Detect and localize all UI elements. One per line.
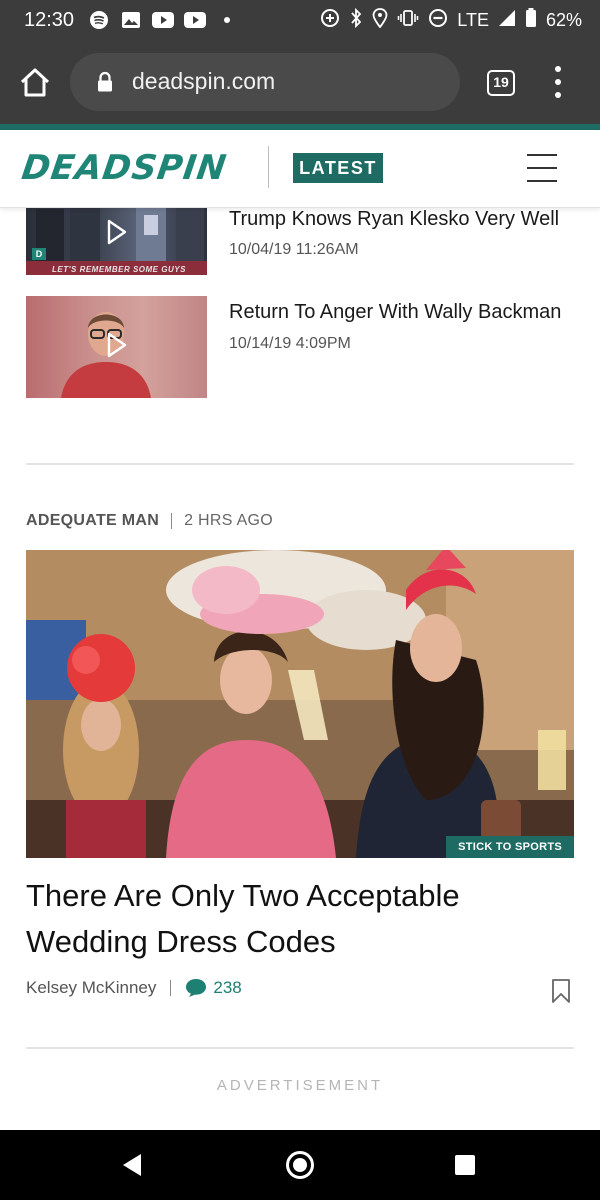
system-status-icons: LTE 62%: [320, 7, 582, 33]
menu-dot-icon: [555, 66, 561, 72]
latest-button[interactable]: LATEST: [293, 153, 383, 183]
menu-dot-icon: [555, 79, 561, 85]
section-divider: [26, 1047, 574, 1049]
system-navigation-bar: [0, 1130, 600, 1200]
vibrate-icon: [397, 9, 419, 32]
battery-percent: 62%: [545, 10, 582, 30]
thumbnail-caption-strip: LET'S REMEMBER SOME GUYS: [26, 261, 207, 275]
home-icon: [20, 68, 50, 97]
image-tag-badge[interactable]: STICK TO SPORTS: [446, 836, 574, 858]
section-divider: [26, 463, 574, 465]
notification-icons: [88, 9, 238, 31]
video-date: 10/14/19 4:09PM: [229, 335, 351, 352]
battery-icon: [525, 8, 537, 33]
back-icon[interactable]: [121, 1153, 143, 1177]
hamburger-menu-icon[interactable]: [527, 154, 557, 182]
image-icon: [120, 9, 142, 31]
site-header: DEADSPIN LATEST: [0, 130, 600, 208]
deadspin-logo[interactable]: DEADSPIN: [19, 148, 229, 188]
tab-switcher-button[interactable]: 19: [487, 70, 515, 96]
url-text: deadspin.com: [132, 68, 276, 94]
byline-separator: [170, 980, 172, 996]
comment-icon[interactable]: [185, 978, 207, 998]
bookmark-icon[interactable]: [551, 978, 571, 1004]
location-icon: [372, 8, 388, 33]
article-time: 2 HRS AGO: [184, 512, 274, 529]
advertisement-label: ADVERTISEMENT: [216, 1077, 384, 1094]
play-icon: [107, 332, 127, 358]
article-kicker: ADEQUATE MAN 2 HRS AGO: [26, 512, 273, 530]
signal-icon: [498, 9, 516, 32]
recent-apps-icon[interactable]: [455, 1155, 475, 1175]
author-link[interactable]: Kelsey McKinney: [26, 978, 156, 998]
video-list-item[interactable]: Return To Anger With Wally Backman 10/14…: [26, 296, 574, 398]
status-time: 12:30: [24, 9, 75, 31]
youtube-icon: [152, 9, 174, 31]
network-type: LTE: [457, 10, 489, 30]
thumbnail-caption: LET'S REMEMBER SOME GUYS: [52, 265, 186, 274]
lock-icon: [98, 71, 112, 92]
do-not-disturb-icon: [428, 8, 448, 33]
data-saver-icon: [320, 8, 340, 33]
video-thumbnail[interactable]: D LET'S REMEMBER SOME GUYS: [26, 205, 207, 275]
dot-icon: [216, 9, 238, 31]
article-hero-image[interactable]: STICK TO SPORTS: [26, 550, 574, 858]
video-thumbnail[interactable]: [26, 296, 207, 398]
article-byline: Kelsey McKinney 238: [26, 978, 242, 998]
overflow-menu-button[interactable]: [548, 66, 568, 98]
video-date: 10/04/19 11:26AM: [229, 241, 359, 258]
home-button[interactable]: [18, 66, 52, 100]
menu-dot-icon: [555, 92, 561, 98]
deadspin-mini-logo: D: [32, 248, 46, 260]
home-circle-icon[interactable]: [286, 1151, 314, 1179]
bluetooth-icon: [349, 7, 363, 33]
browser-toolbar: deadspin.com 19: [0, 42, 600, 124]
address-bar[interactable]: deadspin.com: [70, 53, 460, 111]
video-title[interactable]: Return To Anger With Wally Backman: [229, 301, 561, 324]
status-bar: 12:30 LTE 62%: [0, 0, 600, 42]
video-list-item[interactable]: D LET'S REMEMBER SOME GUYS Trump Knows R…: [26, 205, 574, 275]
article-headline[interactable]: There Are Only Two Acceptable Wedding Dr…: [26, 873, 586, 965]
section-link[interactable]: ADEQUATE MAN: [26, 512, 159, 530]
spotify-icon: [88, 9, 110, 31]
video-title[interactable]: Trump Knows Ryan Klesko Very Well: [229, 208, 559, 231]
comment-count[interactable]: 238: [213, 978, 241, 998]
header-divider: [268, 146, 269, 188]
kicker-separator: [171, 513, 173, 529]
youtube-icon: [184, 9, 206, 31]
play-icon: [107, 219, 127, 245]
